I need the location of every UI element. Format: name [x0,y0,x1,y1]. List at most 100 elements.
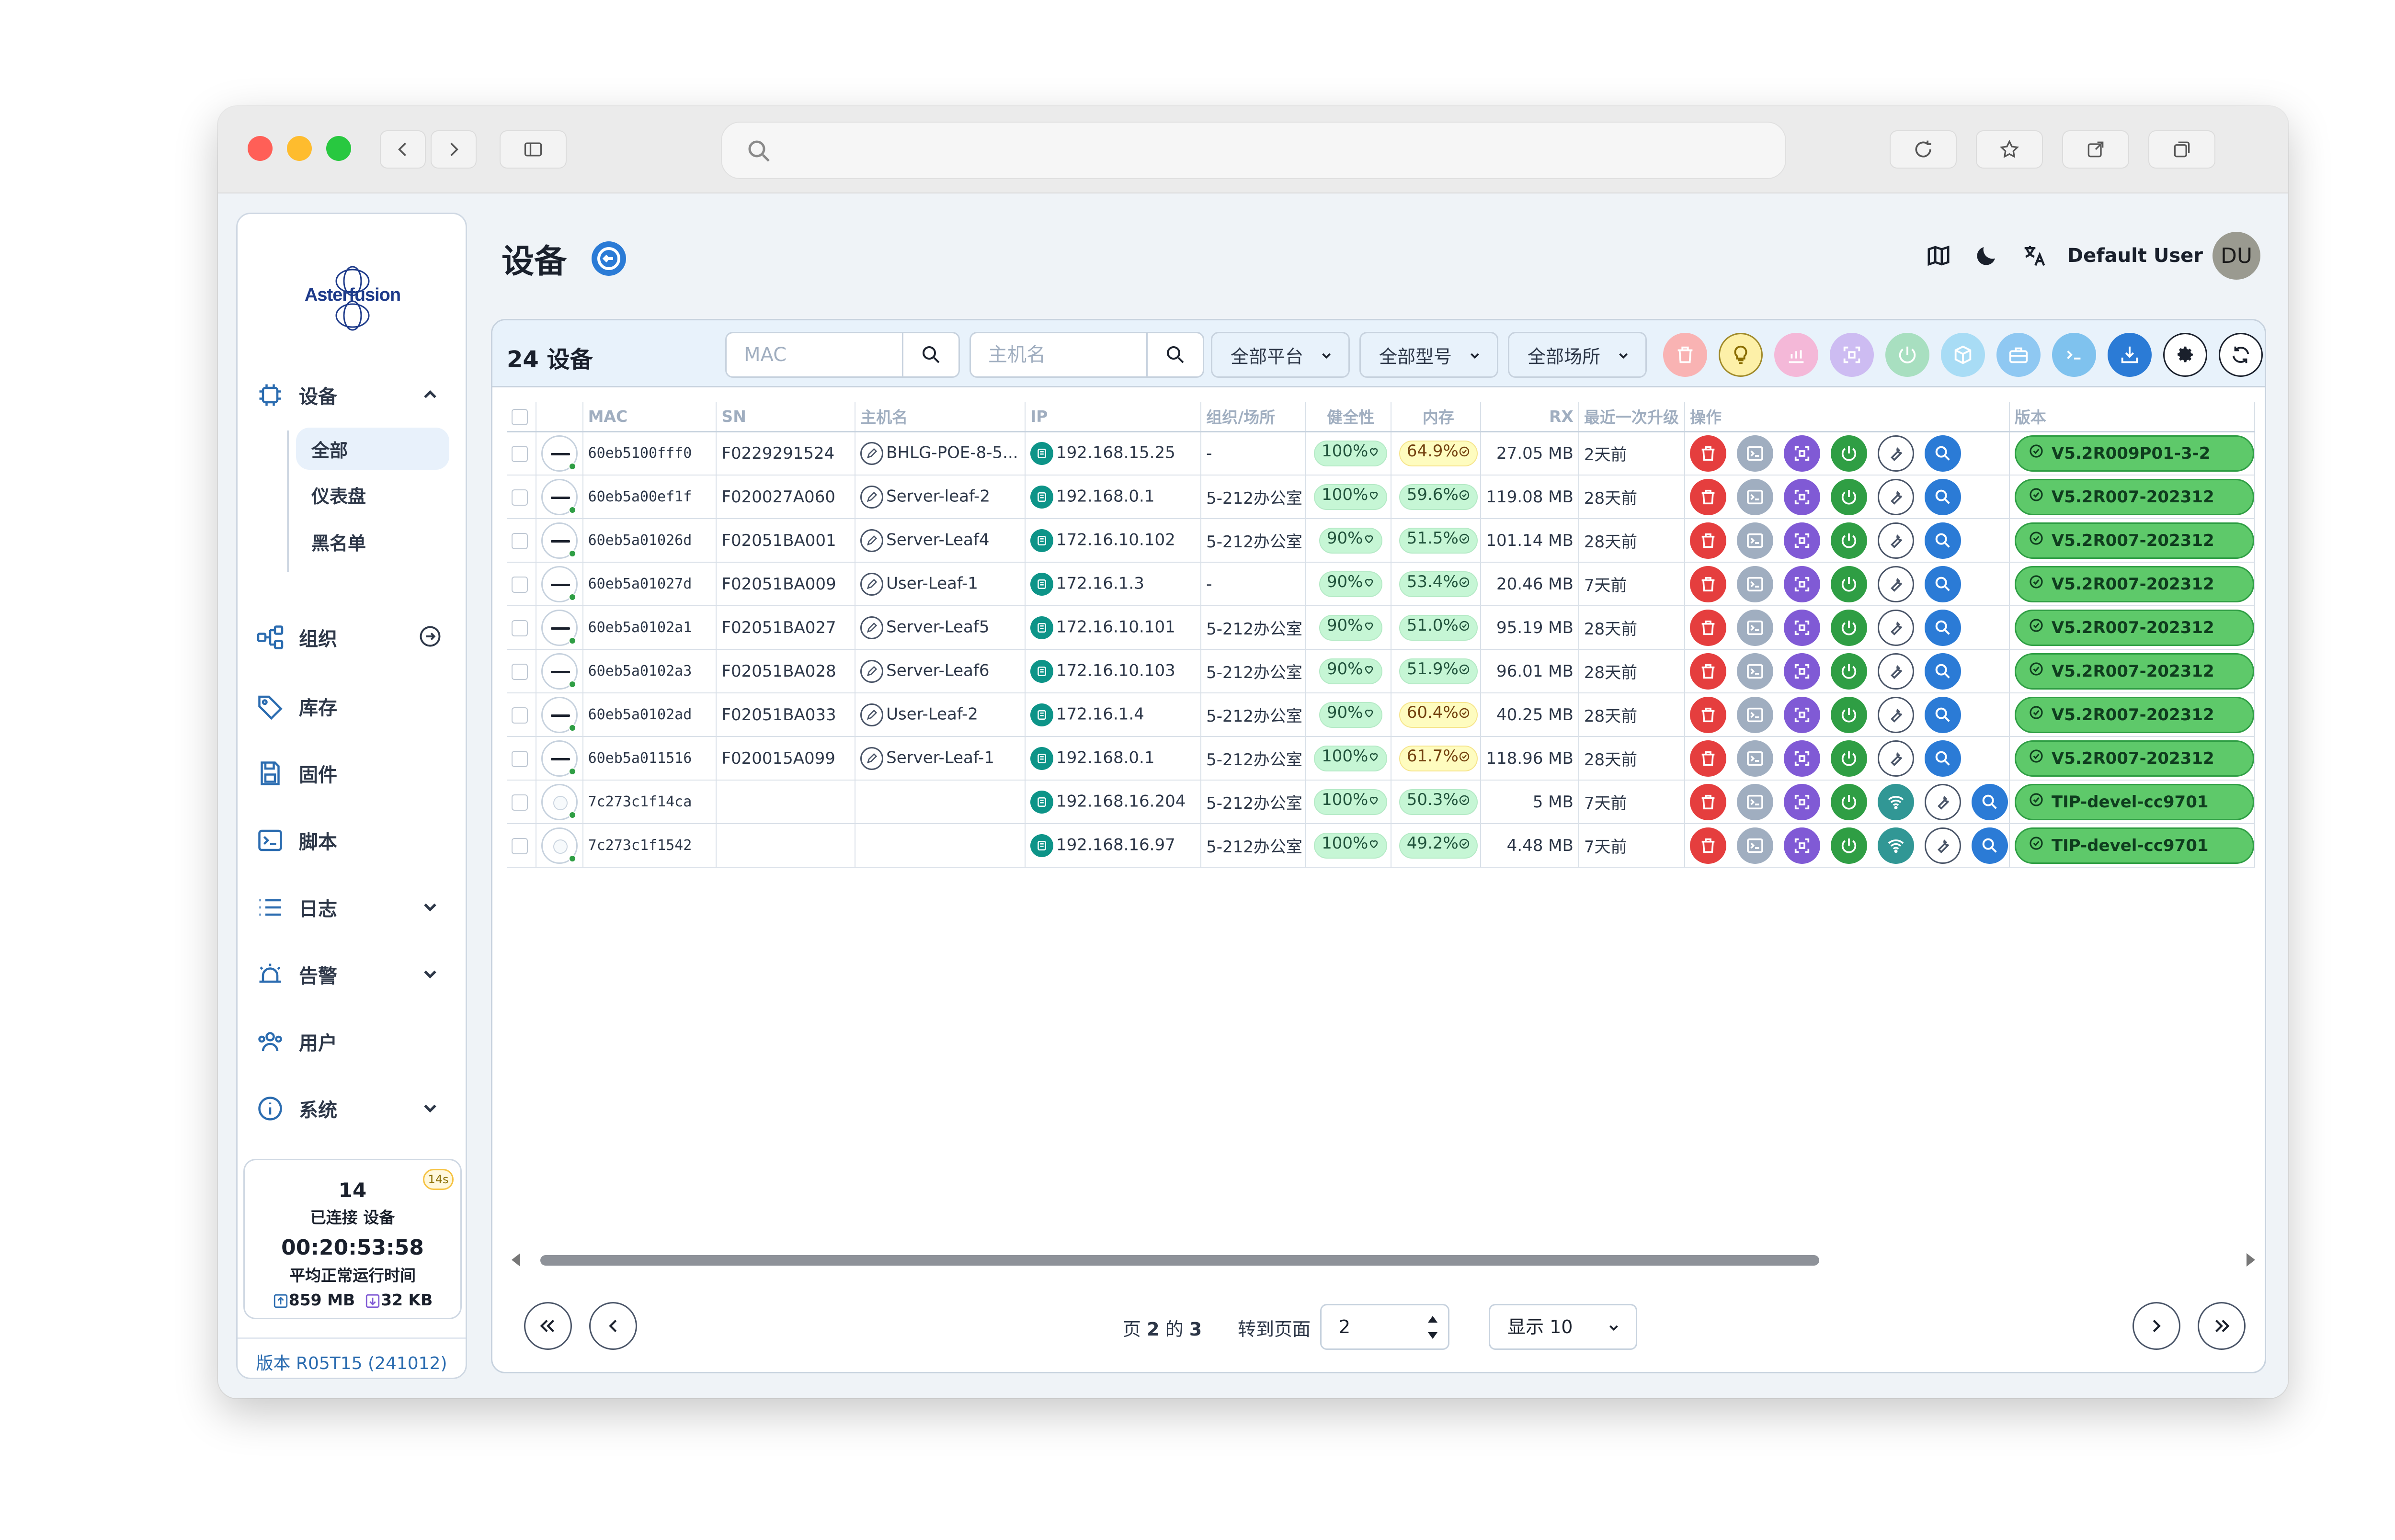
scan-button[interactable] [1784,740,1821,777]
version-badge[interactable]: V5.2R007-202312 [2014,696,2254,733]
row-select-cell[interactable] [507,475,537,519]
scan-button[interactable] [1784,696,1821,733]
terminal-button[interactable] [1737,740,1774,777]
column-header-rx[interactable]: RX [1481,402,1579,432]
edit-hostname-icon[interactable] [860,616,884,639]
details-button[interactable] [1925,522,1962,559]
delete-device-button[interactable] [1690,653,1727,690]
row-checkbox[interactable] [512,664,528,680]
hostname-search[interactable] [969,332,1204,378]
next-page-button[interactable] [2133,1302,2180,1350]
delete-device-button[interactable] [1690,783,1727,820]
mac-cell[interactable]: 60eb5a00ef1f [582,475,717,519]
terminal-button[interactable] [1737,566,1774,602]
user-name[interactable]: Default User [2067,245,2203,267]
column-header-hostname[interactable]: 主机名 [855,402,1026,432]
ip-icon[interactable] [1030,790,1053,814]
terminal-button[interactable] [1737,435,1774,472]
tools-button[interactable] [1925,783,1962,820]
bulk-stats-button[interactable] [1774,333,1818,377]
sidebar-item-logs[interactable]: 日志 [256,884,443,930]
refresh-button[interactable] [2219,333,2263,377]
delete-device-button[interactable] [1690,609,1727,646]
minimize-window-button[interactable] [287,136,312,161]
table-row[interactable]: 60eb5a01026d F02051BA001 Server-Leaf4 172.1… [507,519,2255,563]
delete-device-button[interactable] [1690,696,1727,733]
version-badge[interactable]: V5.2R007-202312 [2014,566,2254,602]
translate-icon[interactable] [2021,243,2047,269]
tools-button[interactable] [1878,653,1915,690]
bulk-toolbox-button[interactable] [1996,333,2041,377]
tools-button[interactable] [1878,696,1915,733]
hostname-search-input[interactable] [971,344,1124,366]
reboot-button[interactable] [1831,696,1868,733]
table-row[interactable]: 60eb5a0102ad F02051BA033 User-Leaf-2 172.16… [507,693,2255,737]
details-button[interactable] [1925,478,1962,515]
ip-icon[interactable] [1030,703,1053,726]
scan-button[interactable] [1784,609,1821,646]
mac-cell[interactable]: 60eb5a0102ad [582,693,717,737]
last-page-button[interactable] [2198,1302,2246,1350]
wifi-button[interactable] [1878,827,1915,864]
ip-icon[interactable] [1030,572,1053,596]
mac-cell[interactable]: 60eb5a01026d [582,519,717,563]
row-checkbox[interactable] [512,620,528,636]
terminal-button[interactable] [1737,827,1774,864]
table-row[interactable]: 60eb5a00ef1f F020027A060 Server-leaf-2 192.… [507,475,2255,519]
sidebar-item-inventory[interactable]: 库存 [256,683,443,729]
column-header-last-upgrade[interactable]: 最近一次升级 [1578,402,1686,432]
address-bar[interactable] [721,122,1786,179]
ip-icon[interactable] [1030,442,1053,465]
maximize-window-button[interactable] [326,136,351,161]
reboot-button[interactable] [1831,435,1868,472]
sidebar-item-scripts[interactable]: 脚本 [256,817,443,863]
mac-cell[interactable]: 60eb5a0102a3 [582,649,717,693]
tools-button[interactable] [1925,827,1962,864]
column-header-ip[interactable]: IP [1025,402,1202,432]
scan-button[interactable] [1784,522,1821,559]
details-button[interactable] [1925,566,1962,602]
terminal-button[interactable] [1737,696,1774,733]
avatar[interactable]: DU [2213,232,2260,280]
first-page-button[interactable] [524,1302,572,1350]
ip-icon[interactable] [1030,485,1053,509]
select-all-checkbox[interactable] [512,409,528,426]
row-checkbox[interactable] [512,577,528,593]
sidebar-item-system[interactable]: 系统 [256,1086,443,1132]
select-all-header[interactable] [507,402,537,432]
table-row[interactable]: 60eb5a0102a3 F02051BA028 Server-Leaf6 172.1… [507,649,2255,693]
table-row[interactable]: 7c273c1f1542 192.168.16.97 5-212办公室 100% 49.… [507,824,2255,868]
tools-button[interactable] [1878,478,1915,515]
details-button[interactable] [1925,609,1962,646]
tools-button[interactable] [1878,609,1915,646]
edit-hostname-icon[interactable] [860,659,884,683]
bookmark-button[interactable] [1976,130,2043,169]
tools-button[interactable] [1878,522,1915,559]
row-select-cell[interactable] [507,431,537,476]
bulk-terminal-button[interactable] [2052,333,2096,377]
terminal-button[interactable] [1737,609,1774,646]
platform-filter[interactable]: 全部平台 [1211,332,1350,378]
forward-button[interactable] [431,130,477,169]
bulk-scan-button[interactable] [1830,333,1874,377]
version-badge[interactable]: V5.2R007-202312 [2014,740,2254,777]
column-header-memory[interactable]: 内存 [1391,402,1482,432]
stepper-icon[interactable] [1424,1310,1441,1345]
row-checkbox[interactable] [512,794,528,811]
mac-cell[interactable]: 60eb5a01027d [582,562,717,606]
sidebar-item-devices[interactable]: 设备 [256,372,443,418]
row-checkbox[interactable] [512,751,528,767]
reboot-button[interactable] [1831,566,1868,602]
reboot-button[interactable] [1831,740,1868,777]
reload-button[interactable] [1890,130,1957,169]
edit-hostname-icon[interactable] [860,442,884,465]
delete-device-button[interactable] [1690,566,1727,602]
row-select-cell[interactable] [507,693,537,737]
row-select-cell[interactable] [507,824,537,868]
version-badge[interactable]: V5.2R007-202312 [2014,609,2254,646]
row-checkbox[interactable] [512,446,528,463]
column-header-sn[interactable]: SN [716,402,856,432]
row-select-cell[interactable] [507,606,537,650]
hostname-search-button[interactable] [1146,333,1203,376]
delete-device-button[interactable] [1690,435,1727,472]
